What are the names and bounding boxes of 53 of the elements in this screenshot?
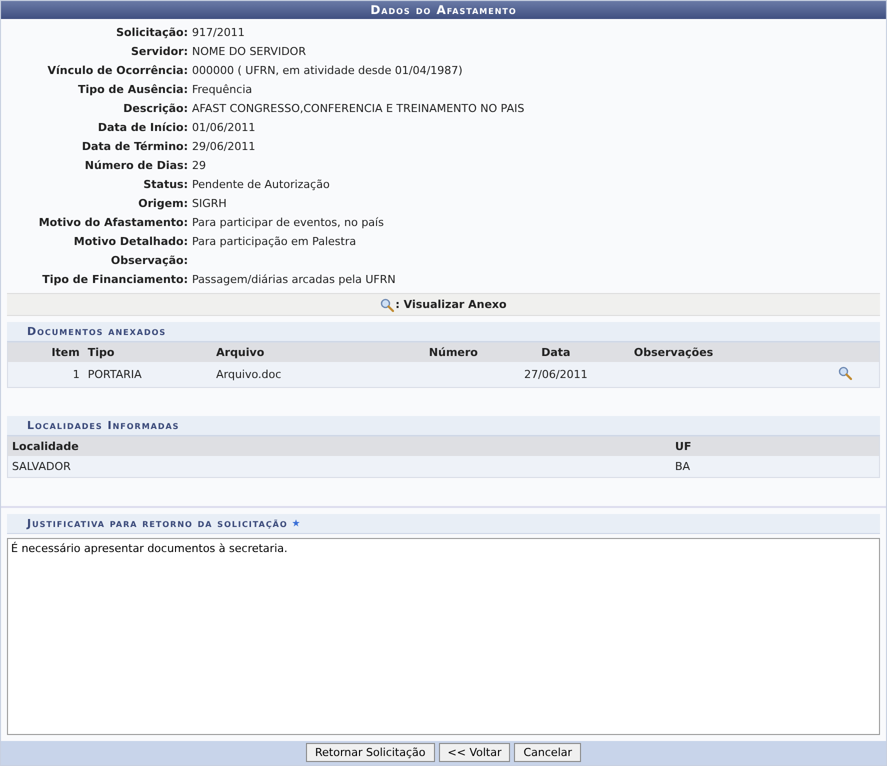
column-header: Número — [364, 342, 482, 362]
column-header: UF — [671, 436, 880, 456]
field-value: AFAST CONGRESSO,CONFERENCIA E TREINAMENTO NO PAIS — [192, 101, 526, 117]
column-header: Observações — [630, 342, 811, 362]
field-value: 29 — [192, 158, 207, 174]
justification-field[interactable]: É necessário apresentar documentos à secretaria. — [7, 538, 880, 735]
field-value: 000000 ( UFRN, em atividade desde 01/04/1987) — [192, 63, 464, 79]
column-header: Data — [482, 342, 630, 362]
field-value: 01/06/2011 — [192, 120, 256, 136]
form-button[interactable]: << Voltar — [438, 743, 510, 762]
column-header: Arquivo — [212, 342, 364, 362]
field-label: Motivo do Afastamento: — [38, 215, 189, 231]
table-cell: Arquivo.doc — [212, 362, 364, 388]
view-attachment-link[interactable] — [838, 366, 852, 380]
form-button[interactable]: Retornar Solicitação — [306, 743, 435, 762]
field-value: 917/2011 — [192, 25, 246, 41]
field-label: Tipo de Ausência: — [77, 82, 189, 98]
field-value: Frequência — [192, 82, 254, 98]
field-label: Motivo Detalhado: — [72, 234, 189, 250]
field-value: SIGRH — [192, 196, 228, 212]
form-button[interactable]: Cancelar — [514, 743, 582, 762]
field-label: Tipo de Financiamento: — [41, 272, 189, 288]
table-cell: SALVADOR — [8, 456, 671, 478]
field-label: Descrição: — [122, 101, 189, 117]
table-cell: 27/06/2011 — [482, 362, 630, 388]
field-label: Número de Dias: — [84, 158, 189, 174]
section-title: Localidades Informadas — [7, 416, 880, 436]
field-label: Data de Início: — [96, 120, 189, 136]
field-value: Para participação em Palestra — [192, 234, 358, 250]
magnifier-icon — [838, 366, 852, 380]
section-title: Documentos anexados — [7, 322, 880, 342]
field-label: Servidor: — [130, 44, 189, 60]
field-label: Origem: — [137, 196, 189, 212]
field-label: Status: — [142, 177, 189, 193]
table-cell: BA — [671, 456, 880, 478]
field-label: Data de Término: — [80, 139, 189, 155]
legend-text: : Visualizar Anexo — [395, 298, 507, 312]
table-cell: 1 — [8, 362, 84, 388]
column-header: Localidade — [8, 436, 671, 456]
field-value: Pendente de Autorização — [192, 177, 331, 193]
field-value: NOME DO SERVIDOR — [192, 44, 307, 60]
field-value: Para participar de eventos, no país — [192, 215, 385, 231]
table-cell: PORTARIA — [84, 362, 212, 388]
field-value: Passagem/diárias arcadas pela UFRN — [192, 272, 397, 288]
column-header: Item — [8, 342, 84, 362]
section-title: Justificativa para retorno da solicitação — [27, 516, 288, 530]
column-header: Tipo — [84, 342, 212, 362]
field-value: 29/06/2011 — [192, 139, 256, 155]
field-label: Solicitação: — [115, 25, 189, 41]
field-label: Observação: — [110, 253, 189, 269]
magnifier-icon — [380, 298, 394, 312]
panel-title: Dados do Afastamento — [1, 1, 886, 19]
field-label: Vínculo de Ocorrência: — [46, 63, 189, 79]
